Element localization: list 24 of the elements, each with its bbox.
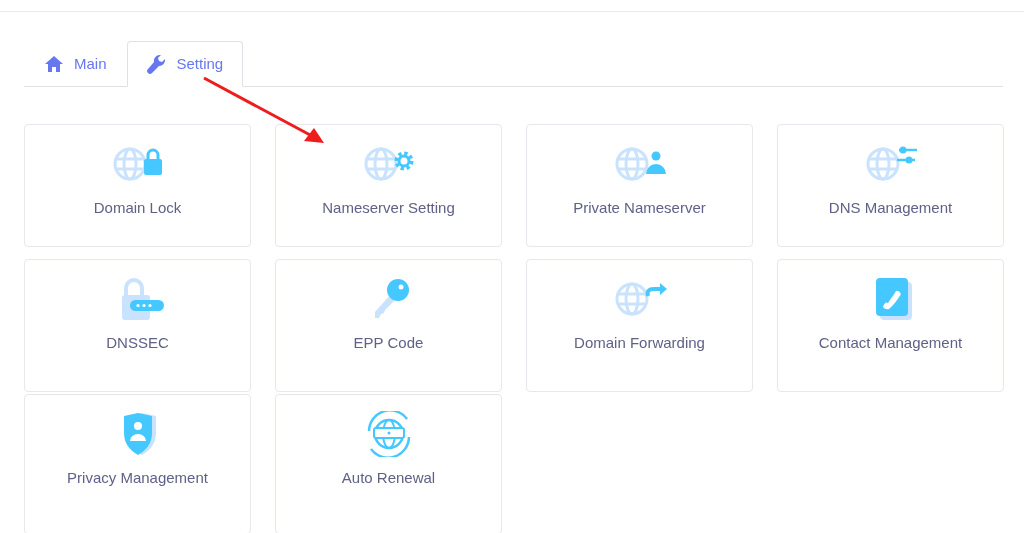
card-label: Contact Management bbox=[818, 333, 963, 353]
setting-card[interactable]: Nameserver Setting bbox=[275, 124, 502, 247]
card-label: EPP Code bbox=[353, 333, 424, 353]
card-label: Privacy Management bbox=[67, 468, 208, 488]
setting-card[interactable]: Contact Management bbox=[777, 259, 1004, 392]
card-label: DNS Management bbox=[828, 198, 953, 218]
card-label: Nameserver Setting bbox=[322, 198, 455, 218]
wrench-icon bbox=[146, 54, 167, 74]
card-label: DNSSEC bbox=[106, 333, 169, 353]
setting-card[interactable]: Domain Forwarding bbox=[526, 259, 753, 392]
card-label: Domain Forwarding bbox=[574, 333, 705, 353]
setting-card[interactable]: EPP Code bbox=[275, 259, 502, 392]
card-label: Domain Lock bbox=[93, 198, 182, 218]
setting-card[interactable]: Auto Renewal bbox=[275, 394, 502, 533]
card-label: Auto Renewal bbox=[341, 468, 436, 488]
setting-card[interactable]: Privacy Management bbox=[24, 394, 251, 533]
setting-card[interactable]: Domain Lock bbox=[24, 124, 251, 247]
tab[interactable]: Setting bbox=[126, 41, 244, 87]
setting-card[interactable]: DNS Management bbox=[777, 124, 1004, 247]
setting-card[interactable]: DNSSEC bbox=[24, 259, 251, 392]
tab[interactable]: Main bbox=[24, 41, 127, 87]
card-label: Private Nameserver bbox=[573, 198, 706, 218]
home-icon bbox=[44, 55, 64, 73]
setting-card[interactable]: Private Nameserver bbox=[526, 124, 753, 247]
